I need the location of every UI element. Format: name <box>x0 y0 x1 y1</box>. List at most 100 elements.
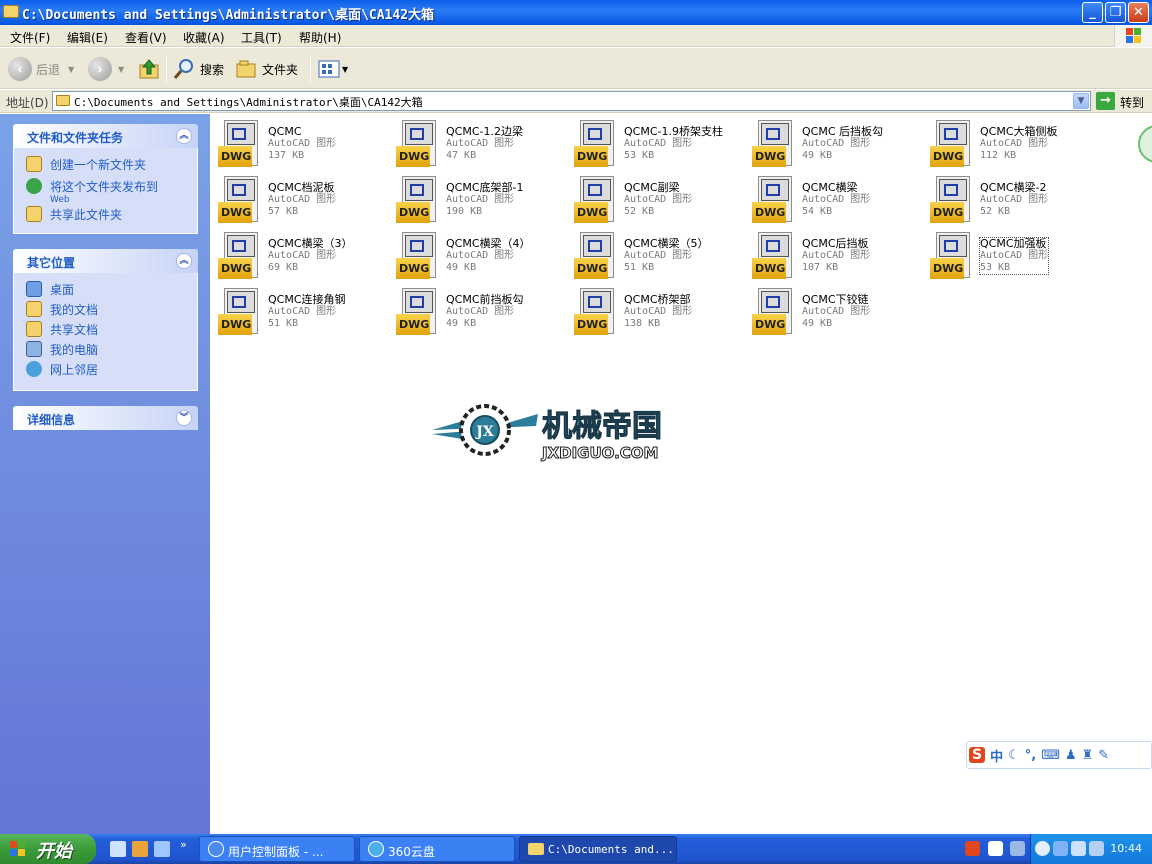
menu-help[interactable]: 帮助(H) <box>299 29 341 46</box>
file-item[interactable]: DWG QCMC连接角钢 AutoCAD 图形 51 KB <box>218 286 390 338</box>
menu-edit[interactable]: 编辑(E) <box>67 29 108 46</box>
ime-toolbar[interactable]: S 中 ☾ °, ⌨ ♟ ♜ ✎ <box>966 741 1152 769</box>
dwg-file-icon: DWG <box>930 176 972 224</box>
tray-app-icon[interactable] <box>1053 841 1068 856</box>
taskbar: 开始 » 用户控制面板 - ... 360云盘 C:\Documents and… <box>0 834 1152 864</box>
file-name: QCMC连接角钢 <box>268 293 346 306</box>
sogou-tray-icon[interactable] <box>965 841 980 856</box>
network-tray-icon[interactable] <box>1010 841 1025 856</box>
place-desktop[interactable]: 桌面 <box>26 281 74 298</box>
place-label: 我的文档 <box>50 303 99 317</box>
folder-icon <box>56 95 70 106</box>
file-item[interactable]: DWG QCMC横梁（5） AutoCAD 图形 51 KB <box>574 230 746 282</box>
file-size: 57 KB <box>268 206 299 217</box>
file-item[interactable]: DWG QCMC副梁 AutoCAD 图形 52 KB <box>574 174 746 226</box>
place-network[interactable]: 网上邻居 <box>26 361 98 378</box>
tray-cloud-icon[interactable] <box>1071 841 1086 856</box>
start-button[interactable]: 开始 <box>0 834 96 864</box>
dwg-file-icon: DWG <box>218 232 260 280</box>
forward-dropdown-icon[interactable]: ▼ <box>118 65 124 74</box>
quicklaunch-more-icon[interactable]: » <box>180 838 187 851</box>
drawing-preview-icon <box>939 235 967 257</box>
collapse-icon[interactable]: ︽ <box>176 128 192 144</box>
file-info: QCMC横梁（4） AutoCAD 图形 49 KB <box>446 238 531 274</box>
menu-tools[interactable]: 工具(T) <box>241 29 282 46</box>
title-bar[interactable]: C:\Documents and Settings\Administrator\… <box>0 0 1152 25</box>
file-name: QCMC-1.2边梁 <box>446 125 523 138</box>
drawing-preview-icon <box>583 179 611 201</box>
file-size: 52 KB <box>624 206 655 217</box>
back-dropdown-icon[interactable]: ▼ <box>68 65 74 74</box>
menu-favorites[interactable]: 收藏(A) <box>183 29 225 46</box>
minimize-button[interactable]: _ <box>1082 2 1103 23</box>
go-arrow-icon[interactable]: → <box>1096 92 1115 110</box>
dwg-file-icon: DWG <box>396 288 438 336</box>
task-publish-web[interactable]: 将这个文件夹发布到 Web <box>26 178 158 205</box>
taskbar-item-control-panel[interactable]: 用户控制面板 - ... <box>199 836 355 862</box>
views-button[interactable]: ▼ <box>318 56 348 82</box>
punctuation-icon[interactable]: °, <box>1025 748 1036 763</box>
folders-button[interactable]: 文件夹 <box>236 56 298 82</box>
file-item[interactable]: DWG QCMC前挡板勾 AutoCAD 图形 49 KB <box>396 286 568 338</box>
file-item[interactable]: DWG QCMC横梁-2 AutoCAD 图形 52 KB <box>930 174 1102 226</box>
drawing-preview-icon <box>761 123 789 145</box>
user-icon[interactable]: ♟ <box>1065 748 1077 763</box>
taskbar-item-360-cloud[interactable]: 360云盘 <box>359 836 515 862</box>
maximize-button[interactable]: ❐ <box>1105 2 1126 23</box>
file-item[interactable]: DWG QCMC AutoCAD 图形 137 KB <box>218 118 390 170</box>
collapse-icon[interactable]: ︽ <box>176 253 192 269</box>
file-type: AutoCAD 图形 <box>446 138 515 149</box>
file-item[interactable]: DWG QCMC-1.2边梁 AutoCAD 图形 47 KB <box>396 118 568 170</box>
shirt-icon[interactable]: ♜ <box>1082 748 1094 763</box>
emblem-text: JX <box>474 424 494 440</box>
file-type: AutoCAD 图形 <box>802 250 871 261</box>
forward-button[interactable]: › ▼ <box>88 56 124 82</box>
drawing-preview-icon <box>405 291 433 313</box>
taskbar-item-explorer[interactable]: C:\Documents and... <box>519 836 677 862</box>
task-new-folder[interactable]: 创建一个新文件夹 <box>26 156 146 173</box>
file-item[interactable]: DWG QCMC下铰链 AutoCAD 图形 49 KB <box>752 286 924 338</box>
place-my-computer[interactable]: 我的电脑 <box>26 341 98 358</box>
tray-collapse-icon[interactable] <box>1035 841 1050 856</box>
file-item[interactable]: DWG QCMC桥架部 AutoCAD 图形 138 KB <box>574 286 746 338</box>
back-button[interactable]: ‹ 后退 ▼ <box>8 56 74 82</box>
file-item[interactable]: DWG QCMC横梁（4） AutoCAD 图形 49 KB <box>396 230 568 282</box>
file-item[interactable]: DWG QCMC横梁（3） AutoCAD 图形 69 KB <box>218 230 390 282</box>
wrench-icon[interactable]: ✎ <box>1098 748 1109 763</box>
file-item[interactable]: DWG QCMC-1.9桥架支柱 AutoCAD 图形 53 KB <box>574 118 746 170</box>
tray-wifi-icon[interactable] <box>1089 841 1104 856</box>
file-item[interactable]: DWG QCMC后挡板 AutoCAD 图形 107 KB <box>752 230 924 282</box>
file-item[interactable]: DWG QCMC档泥板 AutoCAD 图形 57 KB <box>218 174 390 226</box>
ime-lang-toggle[interactable]: 中 <box>990 746 1003 765</box>
show-desktop-icon[interactable] <box>110 841 126 857</box>
file-item[interactable]: DWG QCMC底架部-1 AutoCAD 图形 190 KB <box>396 174 568 226</box>
search-button[interactable]: 搜索 <box>172 56 224 82</box>
moon-icon[interactable]: ☾ <box>1008 748 1020 763</box>
details-header[interactable]: 详细信息 ︾ <box>13 406 198 430</box>
up-folder-button[interactable] <box>138 56 160 82</box>
quicklaunch-app-icon[interactable] <box>132 841 148 857</box>
folder-icon <box>528 843 544 855</box>
help-tray-icon[interactable] <box>988 841 1003 856</box>
file-item[interactable]: DWG QCMC大箱侧板 AutoCAD 图形 112 KB <box>930 118 1102 170</box>
place-shared-documents[interactable]: 共享文档 <box>26 321 98 338</box>
address-dropdown-icon[interactable]: ▼ <box>1073 93 1089 109</box>
place-my-documents[interactable]: 我的文档 <box>26 301 98 318</box>
other-places-header[interactable]: 其它位置 ︽ <box>13 249 198 273</box>
quicklaunch-search-icon[interactable] <box>154 841 170 857</box>
file-type: AutoCAD 图形 <box>446 250 515 261</box>
file-size: 49 KB <box>446 318 477 329</box>
task-share-folder[interactable]: 共享此文件夹 <box>26 206 122 223</box>
file-tasks-header[interactable]: 文件和文件夹任务 ︽ <box>13 124 198 148</box>
file-item[interactable]: DWG QCMC加强板 AutoCAD 图形 53 KB <box>930 230 1102 282</box>
sogou-logo-icon[interactable]: S <box>969 747 986 763</box>
expand-icon[interactable]: ︾ <box>176 410 192 426</box>
close-button[interactable]: ✕ <box>1128 2 1149 23</box>
go-button[interactable]: 转到 <box>1120 94 1144 111</box>
address-input[interactable]: C:\Documents and Settings\Administrator\… <box>52 91 1091 111</box>
keyboard-icon[interactable]: ⌨ <box>1041 748 1060 763</box>
menu-file[interactable]: 文件(F) <box>10 29 50 46</box>
menu-view[interactable]: 查看(V) <box>125 29 167 46</box>
file-item[interactable]: DWG QCMC 后挡板勾 AutoCAD 图形 49 KB <box>752 118 924 170</box>
file-item[interactable]: DWG QCMC横梁 AutoCAD 图形 54 KB <box>752 174 924 226</box>
